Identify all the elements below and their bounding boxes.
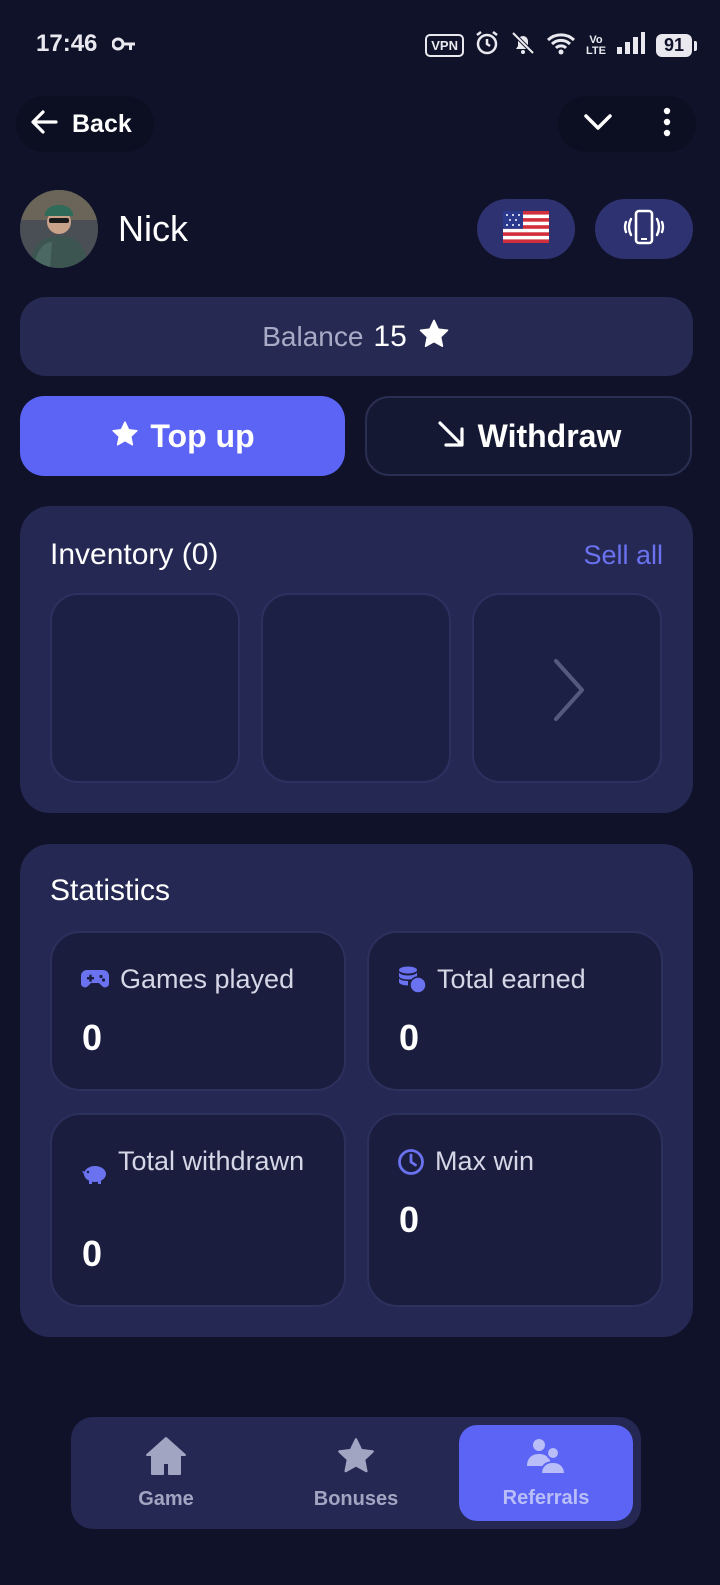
star-icon — [110, 419, 140, 454]
inventory-title: Inventory (0) — [50, 538, 219, 571]
balance-value: 15 — [373, 319, 407, 353]
volte-bottom: LTE — [586, 44, 606, 57]
bottom-nav: Game Bonuses Referrals — [71, 1417, 641, 1529]
us-flag-icon — [503, 210, 549, 248]
stat-value: 0 — [399, 1017, 420, 1058]
withdraw-label: Withdraw — [477, 417, 622, 454]
stat-value: 0 — [399, 1199, 420, 1240]
top-up-button[interactable]: Top up — [20, 396, 345, 476]
stat-total-earned: Total earned 0 — [367, 931, 663, 1091]
username: Nick — [118, 208, 188, 249]
star-icon — [334, 1435, 378, 1482]
language-button[interactable] — [477, 199, 575, 259]
status-icons: VPN Vo LTE 91 — [425, 30, 698, 61]
inventory-slot[interactable] — [261, 593, 451, 783]
clock-icon — [397, 1148, 425, 1181]
phone-vibrate-icon — [623, 209, 665, 250]
stat-label: Total withdrawn — [118, 1146, 305, 1176]
stat-label: Games played — [120, 964, 295, 994]
nav-label: Game — [138, 1488, 194, 1510]
inventory-next-slot[interactable] — [472, 593, 662, 783]
more-vertical-icon[interactable] — [662, 107, 672, 142]
gamepad-icon — [80, 967, 110, 996]
volte-indicator: Vo LTE — [586, 34, 606, 57]
arrow-left-icon — [30, 108, 58, 141]
avatar[interactable] — [20, 190, 98, 268]
bell-muted-icon — [510, 30, 536, 61]
alarm-icon — [474, 30, 500, 61]
status-time: 17:46 — [36, 30, 98, 57]
chevron-right-icon — [550, 655, 590, 730]
stat-total-withdrawn: Total withdrawn 0 — [50, 1113, 346, 1307]
back-button[interactable]: Back — [16, 96, 154, 152]
stat-label: Total earned — [437, 964, 586, 994]
stat-games-played: Games played 0 — [50, 931, 346, 1091]
stat-max-win: Max win 0 — [367, 1113, 663, 1307]
nav-item-game[interactable]: Game — [79, 1425, 253, 1521]
chevron-down-icon[interactable] — [583, 112, 613, 137]
withdraw-button[interactable]: Withdraw — [365, 396, 692, 476]
piggy-bank-icon — [80, 1163, 108, 1190]
wifi-icon — [546, 31, 576, 60]
battery-indicator: 91 — [655, 34, 698, 57]
top-up-label: Top up — [150, 417, 255, 454]
inventory-slot[interactable] — [50, 593, 240, 783]
top-actions — [558, 96, 696, 152]
status-bar: 17:46 VPN Vo LTE 91 — [0, 0, 720, 90]
star-icon — [417, 317, 451, 356]
vpn-badge: VPN — [425, 34, 464, 57]
vpn-key-icon — [111, 36, 136, 57]
nav-label: Referrals — [502, 1487, 590, 1509]
users-icon — [524, 1436, 568, 1481]
vibration-button[interactable] — [595, 199, 693, 259]
coins-icon — [397, 965, 427, 1000]
stat-value: 0 — [82, 1017, 103, 1058]
stat-label: Max win — [435, 1146, 535, 1176]
arrow-down-right-icon — [436, 419, 466, 454]
balance-label: Balance — [262, 320, 364, 352]
signal-icon — [616, 31, 646, 60]
balance-bar: Balance 15 — [20, 297, 693, 376]
stat-value: 0 — [82, 1233, 103, 1274]
nav-label: Bonuses — [313, 1488, 399, 1510]
nav-item-bonuses[interactable]: Bonuses — [269, 1425, 443, 1521]
home-icon — [144, 1435, 188, 1482]
inventory-card: Inventory (0) Sell all — [20, 506, 693, 813]
statistics-card: Statistics Games played 0 Total earned 0… — [20, 844, 693, 1337]
statistics-title: Statistics — [50, 874, 171, 907]
nav-item-referrals[interactable]: Referrals — [459, 1425, 633, 1521]
back-label: Back — [72, 109, 132, 138]
sell-all-link[interactable]: Sell all — [583, 540, 663, 571]
